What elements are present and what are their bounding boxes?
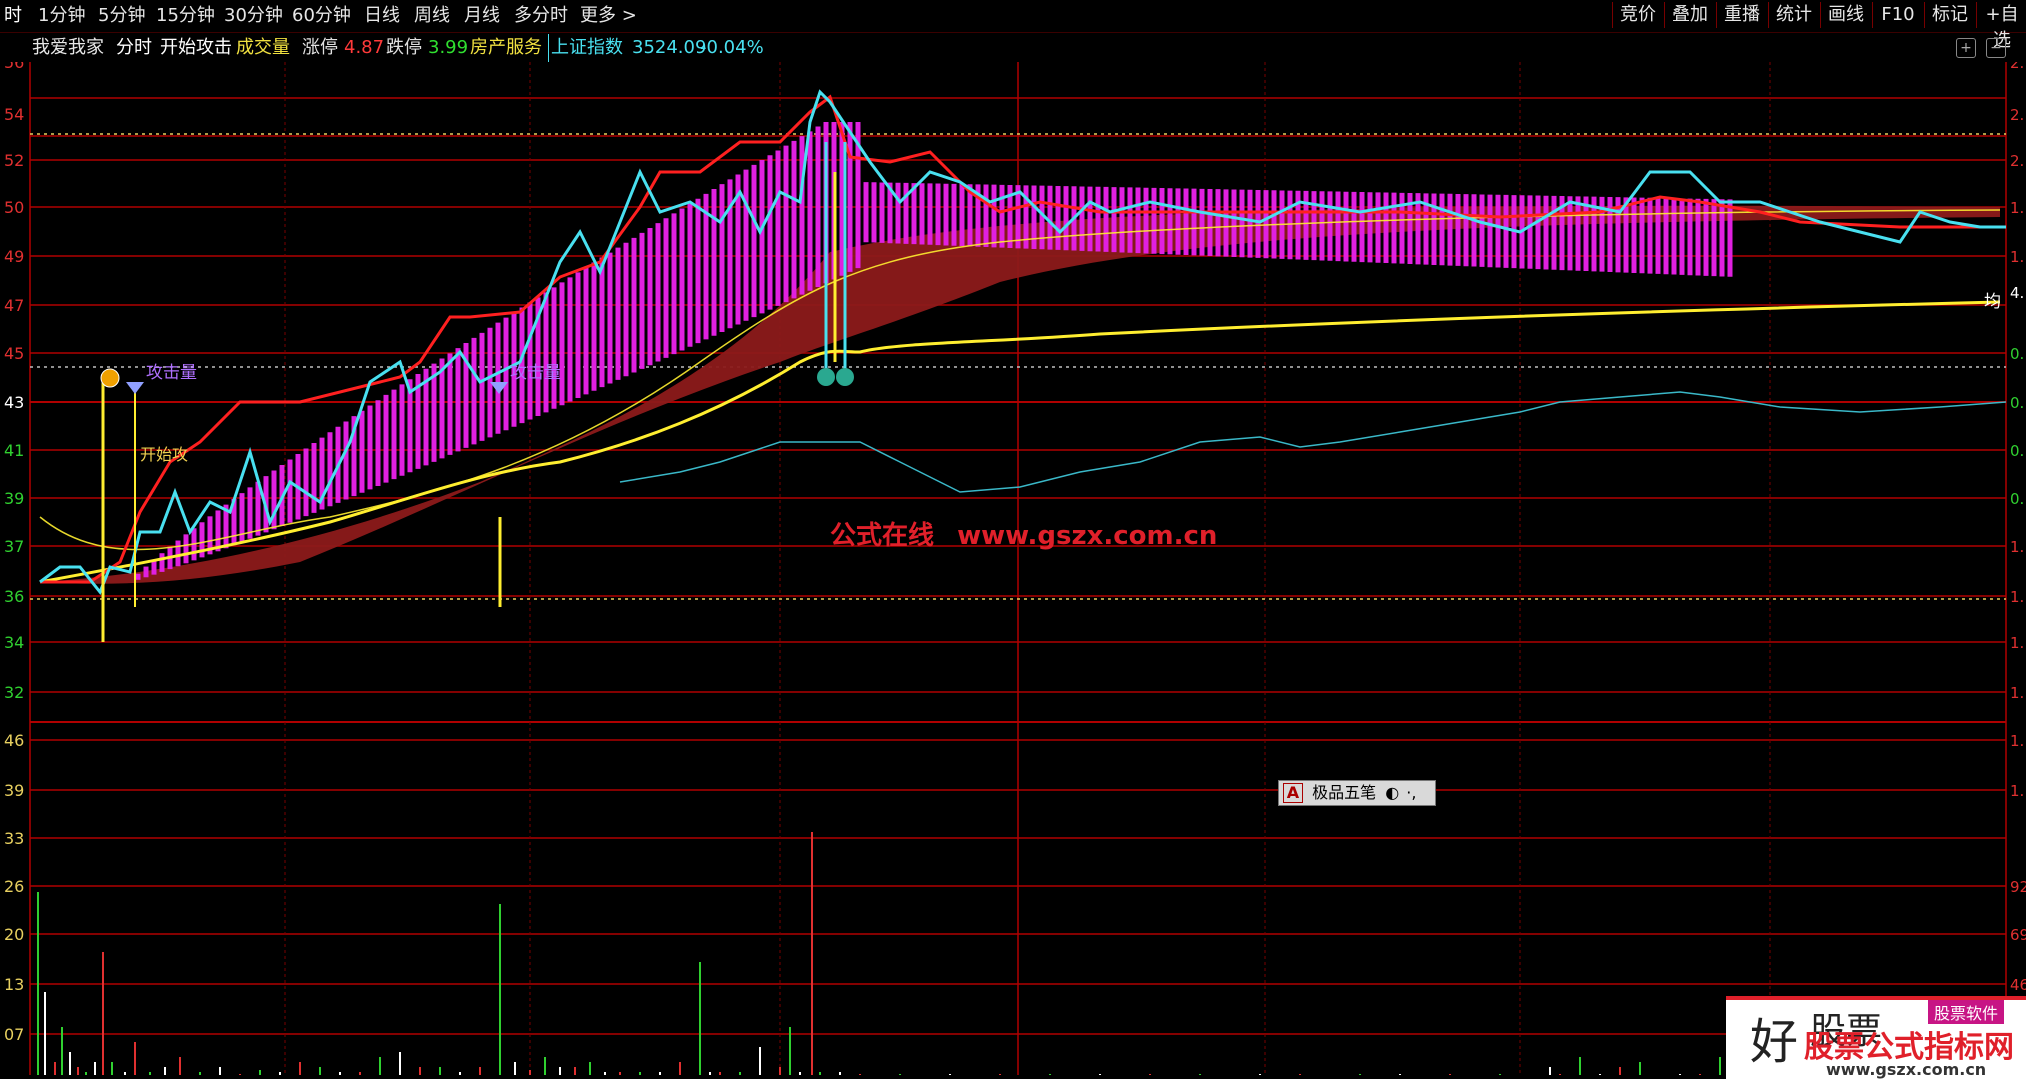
price-tick-label: 34 <box>4 633 24 652</box>
volume-tick-label: 33 <box>4 829 24 848</box>
brand-url: www.gszx.com.cn <box>1826 1060 1987 1079</box>
right-tick-label: 4. <box>2010 284 2024 302</box>
period-tab-5min[interactable]: 5分钟 <box>98 3 145 29</box>
draw-line-button[interactable]: 画线 <box>1820 2 1871 28</box>
right-tick-label: 0. <box>2010 490 2024 508</box>
right-tick-label: 1. <box>2010 782 2024 800</box>
brand-tag: 股票软件 <box>1928 1000 2005 1024</box>
right-tick-label: 69 <box>2010 926 2026 944</box>
right-tick-label: 46 <box>2010 976 2026 994</box>
period-tab-15min[interactable]: 15分钟 <box>156 3 215 29</box>
limit-down-value: 3.99 <box>428 37 469 58</box>
add-watchlist-button[interactable]: +自选 <box>1976 2 2026 51</box>
period-tab-30min[interactable]: 30分钟 <box>224 3 283 29</box>
replay-button[interactable]: 重播 <box>1716 2 1767 28</box>
right-tick-label: 1. <box>2010 634 2024 652</box>
right-tick-label: 0. <box>2010 442 2024 460</box>
expand-icon[interactable]: + <box>1956 38 1976 58</box>
ime-logo-icon[interactable]: A <box>1283 783 1303 803</box>
price-tick-label: 39 <box>4 489 24 508</box>
price-tick-label: 32 <box>4 683 24 702</box>
down-signal-icon <box>817 368 835 386</box>
collapse-icon[interactable]: − <box>1986 38 2006 58</box>
auction-button[interactable]: 竞价 <box>1612 2 1663 28</box>
view-label: 分时 <box>116 37 152 58</box>
period-tab-intraday[interactable]: 时 <box>4 3 22 29</box>
price-tick-label: 37 <box>4 537 24 556</box>
right-tick-label: 1. <box>2010 732 2024 750</box>
price-tick-label: 41 <box>4 441 24 460</box>
right-tick-label: 1. <box>2010 684 2024 702</box>
moon-icon[interactable]: ◐ <box>1385 781 1399 805</box>
period-tab-week[interactable]: 周线 <box>414 3 450 29</box>
volume-tick-label: 20 <box>4 925 24 944</box>
price-tick-label: 45 <box>4 344 24 363</box>
signal-label-start: 开始攻 <box>140 445 188 464</box>
right-tick-label: 0. <box>2010 345 2024 363</box>
down-signal-icon <box>836 368 854 386</box>
avg-label: 均 <box>1984 292 2001 312</box>
index-line <box>619 391 2007 493</box>
limit-up-value: 4.87 <box>344 37 385 58</box>
price-tick-label: 47 <box>4 296 24 315</box>
period-tab-1min[interactable]: 1分钟 <box>38 3 85 29</box>
index-name[interactable]: 上证指数 <box>548 34 623 62</box>
limit-up-label: 涨停 <box>302 37 338 58</box>
indicator-name[interactable]: 开始攻击 <box>160 34 232 62</box>
ime-name[interactable]: 极品五笔 <box>1312 781 1376 805</box>
period-tab-day[interactable]: 日线 <box>364 3 400 29</box>
period-toolbar: 时 1分钟 5分钟 15分钟 30分钟 60分钟 日线 周线 月线 多分时 更多… <box>0 0 2026 51</box>
watermark: 公式在线 www.gszx.com.cn <box>830 515 1217 552</box>
volume-tick-label: 13 <box>4 975 24 994</box>
price-tick-label: 52 <box>4 151 24 170</box>
keyboard-icon[interactable]: ▦ <box>1281 805 1296 829</box>
price-tick-label: 43 <box>4 393 24 412</box>
watermark-cn: 公式在线 <box>830 521 935 551</box>
price-tick-label: 49 <box>4 247 24 266</box>
right-tick-label: 1. <box>2010 538 2024 556</box>
watermark-url: www.gszx.com.cn <box>957 521 1218 551</box>
attack-signal-icon <box>100 368 120 388</box>
right-tick-label: 1. <box>2010 588 2024 606</box>
period-tab-month[interactable]: 月线 <box>464 3 500 29</box>
ime-toolbar[interactable]: A 极品五笔 ◐ ·, ▦ <box>1278 780 1436 826</box>
brand-badge: 好 股票 股票软件 股票公式指标网 www.gszx.com.cn <box>1726 996 2026 1079</box>
right-tick-label: 92 <box>2010 878 2026 896</box>
volume-label: 成交量 <box>236 37 290 58</box>
period-tab-multi-intraday[interactable]: 多分时 <box>514 3 568 29</box>
punctuation-icon[interactable]: ·, <box>1406 781 1416 805</box>
f10-button[interactable]: F10 <box>1872 2 1923 28</box>
right-tick-label: 0. <box>2010 394 2024 412</box>
right-tick-label: 2. <box>2010 62 2024 72</box>
volume-tick-label: 26 <box>4 877 24 896</box>
price-tick-label: 54 <box>4 105 24 124</box>
stock-name: 我爱我家 <box>32 37 104 58</box>
price-tick-label: 36 <box>4 587 24 606</box>
diamond-icon <box>126 382 144 394</box>
right-tick-label: 2. <box>2010 152 2024 170</box>
right-tick-label: 1. <box>2010 248 2024 266</box>
sector-label[interactable]: 房产服务 <box>470 34 542 62</box>
period-tab-60min[interactable]: 60分钟 <box>292 3 351 29</box>
volume-tick-label: 46 <box>4 731 24 750</box>
right-tick-label: 1. <box>2010 199 2024 217</box>
index-change: -0.04% <box>700 37 764 58</box>
limit-down-label: 跌停 <box>386 37 422 58</box>
volume-tick-label: 39 <box>4 781 24 800</box>
quote-info-bar: 我爱我家 分时 开始攻击 成交量 涨停 4.87 跌停 3.99 房产服务 上证… <box>0 34 2026 62</box>
price-tick-label: 50 <box>4 198 24 217</box>
signal-label-attack: 攻击量 <box>146 363 197 383</box>
signal-label-attack-2: 攻击量 <box>510 363 561 383</box>
mark-button[interactable]: 标记 <box>1924 2 1975 28</box>
index-value: 3524.09 <box>632 37 707 58</box>
brand-char: 好 <box>1750 1014 1799 1070</box>
statistics-button[interactable]: 统计 <box>1768 2 1819 28</box>
right-tick-label: 2. <box>2010 106 2024 124</box>
price-tick-label: 56 <box>4 62 24 72</box>
intraday-chart[interactable]: 攻击量开始攻 攻击量 均 56 54 52 50 49 47 45 43 41 39 37 36 34 32 46… <box>0 62 2026 1075</box>
volume-tick-label: 07 <box>4 1025 24 1044</box>
period-tab-more[interactable]: 更多 > <box>580 3 637 29</box>
overlay-button[interactable]: 叠加 <box>1664 2 1715 28</box>
